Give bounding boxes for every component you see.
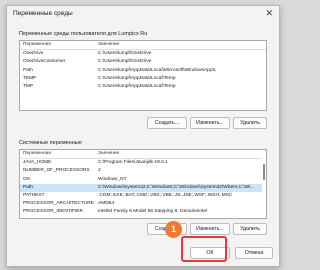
environment-variables-dialog: Переменные среды ✕ Переменные среды поль… <box>6 5 280 267</box>
row-value: C:\Users\lumpf\AppData\Local\Temp <box>98 75 176 81</box>
row-value: AMD64 <box>98 201 114 207</box>
row-value: Intel64 Family 6 Model 58 Stepping 9, Ge… <box>98 209 208 215</box>
row-name: PATHEXT <box>23 192 45 198</box>
step-badge: 1 <box>165 221 182 238</box>
row-name: NUMBER_OF_PROCESSORS <box>23 168 90 174</box>
row-value: Windows_NT <box>98 176 127 182</box>
user-delete-button[interactable]: Удалить <box>233 117 267 129</box>
table-row[interactable]: PROCESSOR_IDENTIFIER Intel64 Family 6 Mo… <box>20 208 266 216</box>
table-row[interactable]: NUMBER_OF_PROCESSORS 2 <box>20 167 266 175</box>
close-icon[interactable]: ✕ <box>265 7 273 19</box>
system-variables-list[interactable]: Переменная Значение JAVA_HOME C:\Program… <box>19 149 267 219</box>
table-row[interactable]: PROCESSOR_ARCHITECTURE AMD64 <box>20 200 266 208</box>
row-value: C:\Program Files\Java\jdk-19.0.1 <box>98 160 168 166</box>
list-header: Переменная Значение <box>20 150 266 160</box>
row-name: OneDriveConsumer <box>23 59 66 65</box>
row-name: TEMP <box>23 75 37 81</box>
user-variables-list[interactable]: Переменная Значение OneDrive C:\Users\lu… <box>19 40 267 111</box>
row-name: JAVA_HOME <box>23 160 52 166</box>
cancel-button[interactable]: Отмена <box>235 247 273 259</box>
row-name: PROCESSOR_IDENTIFIER <box>23 209 83 215</box>
row-name: TMP <box>23 83 34 89</box>
system-edit-button[interactable]: Изменить... <box>190 223 230 235</box>
column-value[interactable]: Значение <box>98 150 266 158</box>
row-name: OS <box>23 176 30 182</box>
row-name: Path <box>23 67 33 73</box>
row-name: PROCESSOR_ARCHITECTURE <box>23 201 94 207</box>
list-header: Переменная Значение <box>20 41 266 51</box>
row-value: 2 <box>98 168 101 174</box>
user-edit-button[interactable]: Изменить... <box>190 117 230 129</box>
row-value: C:\Users\lumpf\OneDrive <box>98 51 152 57</box>
system-delete-button[interactable]: Удалить <box>233 223 267 235</box>
row-value: C:\Users\lumpf\OneDrive <box>98 59 152 65</box>
scrollbar-thumb[interactable] <box>263 164 265 180</box>
window-title: Переменные среды <box>13 10 73 17</box>
row-value: C:\Users\lumpf\AppData\Local\Temp <box>98 83 176 89</box>
scrollbar[interactable] <box>262 150 266 218</box>
row-value: .COM;.EXE;.BAT;.CMD;.VBS;.VBE;.JS;.JSE;.… <box>98 192 233 198</box>
user-create-button[interactable]: Создать... <box>147 117 187 129</box>
table-row[interactable]: OneDrive C:\Users\lumpf\OneDrive <box>20 50 266 58</box>
row-value: C:\Windows\system32;C:\Windows;C:\Window… <box>98 184 255 190</box>
table-row[interactable]: PATHEXT .COM;.EXE;.BAT;.CMD;.VBS;.VBE;.J… <box>20 192 266 200</box>
column-value[interactable]: Значение <box>98 41 266 49</box>
table-row[interactable]: Path C:\Windows\system32;C:\Windows;C:\W… <box>20 183 266 192</box>
table-row[interactable]: OneDriveConsumer C:\Users\lumpf\OneDrive <box>20 58 266 66</box>
table-row[interactable]: JAVA_HOME C:\Program Files\Java\jdk-19.0… <box>20 159 266 167</box>
table-row[interactable]: TEMP C:\Users\lumpf\AppData\Local\Temp <box>20 75 266 83</box>
system-variables-label: Системные переменные <box>19 140 82 146</box>
ok-highlight-frame <box>181 236 227 262</box>
column-variable[interactable]: Переменная <box>20 41 98 49</box>
row-name: Path <box>23 184 33 190</box>
row-value: C:\Users\lumpf\AppData\Local\Microsoft\W… <box>98 67 217 73</box>
table-row[interactable]: Path C:\Users\lumpf\AppData\Local\Micros… <box>20 67 266 75</box>
user-variables-label: Переменные среды пользователя для Lumpic… <box>19 31 148 37</box>
table-row[interactable]: TMP C:\Users\lumpf\AppData\Local\Temp <box>20 83 266 91</box>
table-row[interactable]: OS Windows_NT <box>20 176 266 184</box>
row-name: OneDrive <box>23 51 44 57</box>
column-variable[interactable]: Переменная <box>20 150 98 158</box>
